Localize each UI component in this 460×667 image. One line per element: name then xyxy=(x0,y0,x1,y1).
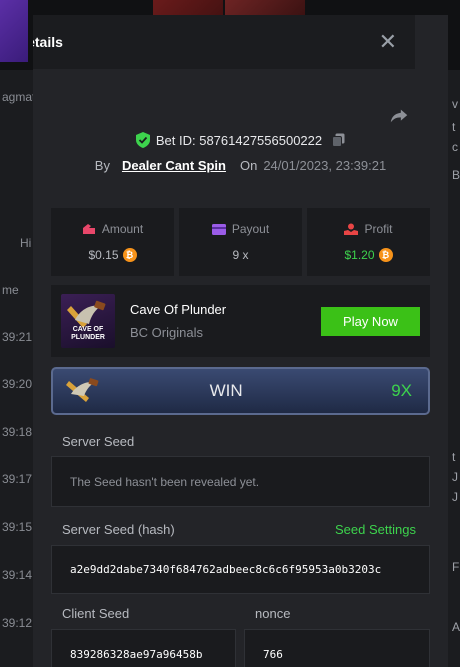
background-text: t xyxy=(452,450,456,464)
on-label: On xyxy=(239,158,258,173)
nonce-value: 766 xyxy=(263,647,283,661)
share-icon[interactable] xyxy=(388,105,410,127)
server-seed-field: The Seed hasn't been revealed yet. xyxy=(51,456,430,507)
stat-label: Profit xyxy=(364,222,393,236)
nonce-field[interactable]: 766 xyxy=(244,629,430,667)
modal-title: Details xyxy=(33,34,63,50)
stat-label: Amount xyxy=(101,222,144,236)
background-text: 39:15 xyxy=(2,520,33,534)
nonce-label: nonce xyxy=(255,606,291,621)
bet-meta-row: By Dealer Cant Spin On 24/01/2023, 23:39… xyxy=(33,158,448,173)
play-now-button[interactable]: Play Now xyxy=(321,306,420,336)
copy-icon[interactable] xyxy=(332,133,345,147)
background-text: A xyxy=(452,620,460,634)
game-thumb-title: CAVE OF PLUNDER xyxy=(71,326,105,341)
stat-amount: Amount $0.15 ₿ xyxy=(51,208,174,276)
game-provider: BC Originals xyxy=(130,325,203,340)
stat-value: $1.20 xyxy=(344,248,375,262)
background-text: Hi xyxy=(20,236,32,250)
game-card: CAVE OF PLUNDER Cave Of Plunder BC Origi… xyxy=(51,285,430,357)
background-text: c xyxy=(452,140,458,154)
game-name[interactable]: Cave Of Plunder xyxy=(130,302,321,317)
modal-header: Details ✕ xyxy=(33,15,415,69)
server-seed-hash-label: Server Seed (hash) xyxy=(62,522,175,537)
background-text: J xyxy=(452,490,458,504)
stat-payout: Payout 9 x xyxy=(179,208,302,276)
profit-icon xyxy=(344,223,359,235)
stat-label: Payout xyxy=(231,222,270,236)
background-text: agmat xyxy=(2,90,36,104)
client-seed-field[interactable]: 839286328ae97a96458b xyxy=(51,629,236,667)
client-seed-label: Client Seed xyxy=(62,606,130,621)
seed-settings-link[interactable]: Seed Settings xyxy=(335,522,416,537)
bet-datetime: 24/01/2023, 23:39:21 xyxy=(263,158,387,173)
background-game-thumb[interactable] xyxy=(0,0,28,62)
card-icon xyxy=(211,223,226,235)
server-seed-hash-field[interactable]: a2e9dd2dabe7340f684762adbeec8c6c6f95953a… xyxy=(51,545,430,594)
pickaxe-icon xyxy=(61,376,107,406)
bet-stats: Amount $0.15 ₿ Payout 9 x Profit $1.20 ₿ xyxy=(51,208,430,276)
server-seed-hash-value: a2e9dd2dabe7340f684762adbeec8c6c6f95953a… xyxy=(70,563,382,576)
background-text: me xyxy=(2,283,19,297)
bitcoin-icon: ₿ xyxy=(378,248,393,262)
bet-id-row: Bet ID: 58761427556500222 xyxy=(33,132,448,148)
result-bar: WIN 9X xyxy=(51,367,430,415)
background-text: J xyxy=(452,470,458,484)
background-text: F xyxy=(452,560,460,574)
server-seed-label: Server Seed xyxy=(62,434,135,449)
stat-profit: Profit $1.20 ₿ xyxy=(307,208,430,276)
amount-icon xyxy=(82,224,95,234)
background-text: 39:21 xyxy=(2,330,33,344)
stat-value: $0.15 xyxy=(88,248,119,262)
bet-id: Bet ID: 58761427556500222 xyxy=(155,132,323,148)
background-text: 39:17 xyxy=(2,472,33,486)
by-label: By xyxy=(94,158,110,173)
game-thumbnail[interactable]: CAVE OF PLUNDER xyxy=(61,294,115,348)
background-text: 39:12 xyxy=(2,616,33,630)
background-text: v xyxy=(452,97,458,111)
player-name-link[interactable]: Dealer Cant Spin xyxy=(122,158,226,173)
background-text: 39:14 xyxy=(2,568,33,582)
client-seed-value: 839286328ae97a96458b xyxy=(70,647,203,661)
bitcoin-icon: ₿ xyxy=(122,248,137,262)
verified-shield-icon xyxy=(135,132,150,148)
stat-value: 9 x xyxy=(232,248,249,262)
background-text: 39:18 xyxy=(2,425,33,439)
server-seed-value: The Seed hasn't been revealed yet. xyxy=(70,474,260,489)
result-label: WIN xyxy=(209,381,243,400)
background-text: 39:20 xyxy=(2,377,33,391)
close-icon[interactable]: ✕ xyxy=(379,31,397,53)
background-text: B xyxy=(452,168,460,182)
background-text: t xyxy=(452,120,456,134)
result-multiplier: 9X xyxy=(391,381,412,400)
bet-details-modal: Details ✕ Bet ID: 58761427556500222 By D… xyxy=(33,15,448,667)
